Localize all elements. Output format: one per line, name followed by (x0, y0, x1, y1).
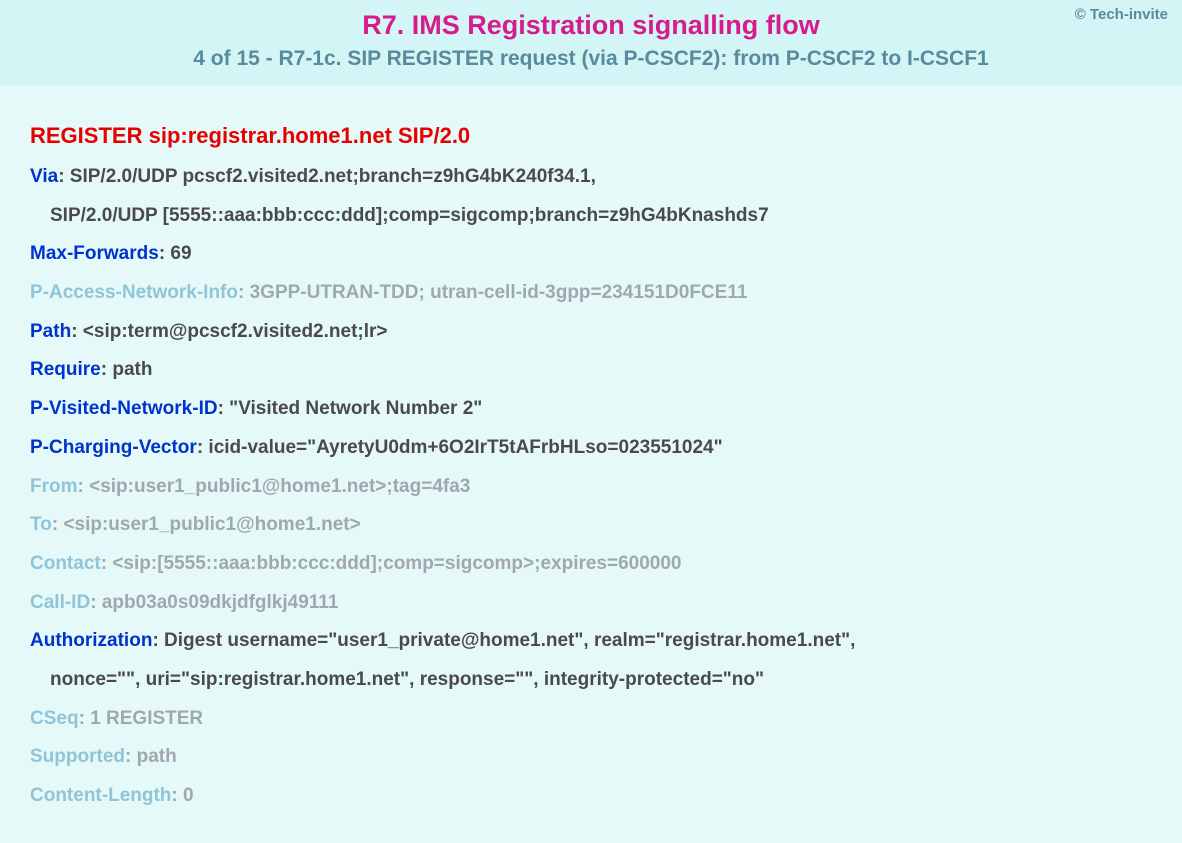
via-header-value2: SIP/2.0/UDP [5555::aaa:bbb:ccc:ddd];comp… (50, 205, 769, 226)
copyright-notice: © Tech-invite (1075, 6, 1168, 23)
contact-name: Contact (30, 553, 101, 574)
pani-value: : 3GPP-UTRAN-TDD; utran-cell-id-3gpp=234… (238, 282, 747, 303)
document-subtitle: 4 of 15 - R7-1c. SIP REGISTER request (v… (20, 47, 1162, 71)
via-header: Via: SIP/2.0/UDP pcscf2.visited2.net;bra… (30, 165, 1152, 190)
authorization-header: Authorization: Digest username="user1_pr… (30, 629, 1152, 654)
pvni-name: P-Visited-Network-ID (30, 398, 218, 419)
supported-value: : path (125, 746, 177, 767)
content-length-header: Content-Length: 0 (30, 784, 1152, 809)
contentlength-value: : 0 (171, 785, 193, 806)
supported-name: Supported (30, 746, 125, 767)
authorization-header-cont: nonce="", uri="sip:registrar.home1.net",… (30, 668, 1152, 693)
from-name: From (30, 476, 78, 497)
max-forwards-name: Max-Forwards (30, 243, 159, 264)
cseq-name: CSeq (30, 708, 79, 729)
contact-header: Contact: <sip:[5555::aaa:bbb:ccc:ddd];co… (30, 552, 1152, 577)
pani-name: P-Access-Network-Info (30, 282, 238, 303)
to-name: To (30, 514, 52, 535)
auth-value1: : Digest username="user1_private@home1.n… (152, 630, 855, 651)
auth-value2: nonce="", uri="sip:registrar.home1.net",… (50, 669, 764, 690)
require-value: : path (101, 359, 153, 380)
callid-value: : apb03a0s09dkjdfglkj49111 (90, 592, 338, 613)
sip-message-content: REGISTER sip:registrar.home1.net SIP/2.0… (0, 85, 1182, 843)
p-visited-network-id-header: P-Visited-Network-ID: "Visited Network N… (30, 397, 1152, 422)
p-charging-vector-header: P-Charging-Vector: icid-value="AyretyU0d… (30, 436, 1152, 461)
pcv-name: P-Charging-Vector (30, 437, 197, 458)
cseq-value: : 1 REGISTER (79, 708, 204, 729)
auth-name: Authorization (30, 630, 152, 651)
call-id-header: Call-ID: apb03a0s09dkjdfglkj49111 (30, 591, 1152, 616)
to-header: To: <sip:user1_public1@home1.net> (30, 513, 1152, 538)
cseq-header: CSeq: 1 REGISTER (30, 707, 1152, 732)
pvni-value: : "Visited Network Number 2" (218, 398, 483, 419)
pcv-value: : icid-value="AyretyU0dm+6O2IrT5tAFrbHLs… (197, 437, 723, 458)
sip-request-uri: sip:registrar.home1.net SIP/2.0 (149, 123, 471, 148)
via-header-name: Via (30, 166, 58, 187)
max-forwards-header: Max-Forwards: 69 (30, 242, 1152, 267)
from-header: From: <sip:user1_public1@home1.net>;tag=… (30, 475, 1152, 500)
require-name: Require (30, 359, 101, 380)
via-header-value1: : SIP/2.0/UDP pcscf2.visited2.net;branch… (58, 166, 596, 187)
path-header: Path: <sip:term@pcscf2.visited2.net;lr> (30, 320, 1152, 345)
max-forwards-value: : 69 (159, 243, 192, 264)
contentlength-name: Content-Length (30, 785, 171, 806)
p-access-network-info-header: P-Access-Network-Info: 3GPP-UTRAN-TDD; u… (30, 281, 1152, 306)
document-title: R7. IMS Registration signalling flow (20, 10, 1162, 41)
supported-header: Supported: path (30, 745, 1152, 770)
sip-method: REGISTER (30, 123, 142, 148)
sip-request-line: REGISTER sip:registrar.home1.net SIP/2.0 (30, 123, 1152, 149)
from-value: : <sip:user1_public1@home1.net>;tag=4fa3 (78, 476, 471, 497)
path-value: : <sip:term@pcscf2.visited2.net;lr> (71, 321, 387, 342)
contact-value: : <sip:[5555::aaa:bbb:ccc:ddd];comp=sigc… (101, 553, 682, 574)
to-value: : <sip:user1_public1@home1.net> (52, 514, 361, 535)
document-header: R7. IMS Registration signalling flow 4 o… (0, 0, 1182, 85)
path-name: Path (30, 321, 71, 342)
via-header-cont: SIP/2.0/UDP [5555::aaa:bbb:ccc:ddd];comp… (30, 204, 1152, 229)
require-header: Require: path (30, 358, 1152, 383)
callid-name: Call-ID (30, 592, 90, 613)
